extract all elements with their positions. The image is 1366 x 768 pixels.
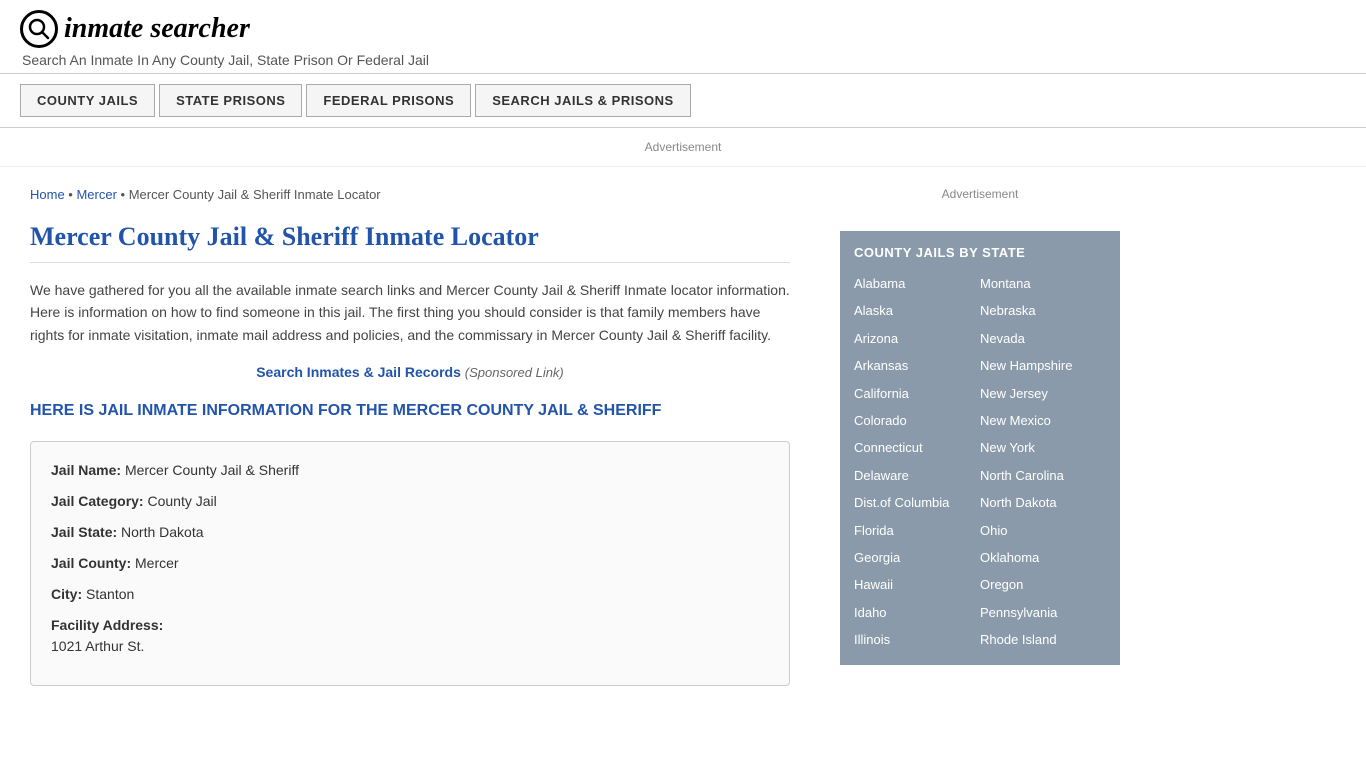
jail-category-label: Jail Category:: [51, 493, 144, 509]
main-layout: Home • Mercer • Mercer County Jail & She…: [0, 167, 1366, 706]
county-jails-by-state-box: COUNTY JAILS BY STATE Alabama Alaska Arizo…: [840, 231, 1120, 665]
jail-category-row: Jail Category: County Jail: [51, 491, 769, 512]
jail-name-label: Jail Name:: [51, 462, 121, 478]
state-box-title: COUNTY JAILS BY STATE: [854, 245, 1106, 260]
state-link-ohio[interactable]: Ohio: [980, 519, 1106, 542]
state-link-florida[interactable]: Florida: [854, 519, 980, 542]
federal-prisons-nav[interactable]: FEDERAL PRISONS: [306, 84, 471, 117]
state-link-new-york[interactable]: New York: [980, 436, 1106, 459]
sponsored-label: (Sponsored Link): [465, 365, 564, 380]
jail-county-value: Mercer: [135, 555, 179, 571]
search-link-area: Search Inmates & Jail Records (Sponsored…: [30, 364, 790, 380]
state-link-california[interactable]: California: [854, 382, 980, 405]
sidebar: Advertisement COUNTY JAILS BY STATE Alab…: [820, 167, 1140, 706]
state-link-north-carolina[interactable]: North Carolina: [980, 464, 1106, 487]
state-link-rhode-island[interactable]: Rhode Island: [980, 628, 1106, 651]
state-link-illinois[interactable]: Illinois: [854, 628, 980, 651]
logo-icon: [20, 10, 58, 48]
state-link-dist.of-columbia[interactable]: Dist.of Columbia: [854, 491, 980, 514]
state-link-hawaii[interactable]: Hawaii: [854, 573, 980, 596]
state-link-alabama[interactable]: Alabama: [854, 272, 980, 295]
breadcrumb-sep2: •: [117, 187, 129, 202]
county-jails-nav[interactable]: COUNTY JAILS: [20, 84, 155, 117]
city-row: City: Stanton: [51, 584, 769, 605]
jail-county-row: Jail County: Mercer: [51, 553, 769, 574]
state-link-new-hampshire[interactable]: New Hampshire: [980, 354, 1106, 377]
breadcrumb-sep1: •: [65, 187, 77, 202]
header: inmate searcher Search An Inmate In Any …: [0, 0, 1366, 74]
state-link-new-mexico[interactable]: New Mexico: [980, 409, 1106, 432]
state-prisons-nav[interactable]: STATE PRISONS: [159, 84, 302, 117]
breadcrumb-home[interactable]: Home: [30, 187, 65, 202]
state-link-oklahoma[interactable]: Oklahoma: [980, 546, 1106, 569]
search-jails-nav[interactable]: SEARCH JAILS & PRISONS: [475, 84, 690, 117]
city-value: Stanton: [86, 586, 134, 602]
ad-banner: Advertisement: [0, 128, 1366, 167]
jail-state-row: Jail State: North Dakota: [51, 522, 769, 543]
jail-name-value: Mercer County Jail & Sheriff: [125, 462, 299, 478]
logo-text: inmate searcher: [64, 13, 250, 45]
state-link-delaware[interactable]: Delaware: [854, 464, 980, 487]
content-area: Home • Mercer • Mercer County Jail & She…: [0, 167, 820, 706]
page-title: Mercer County Jail & Sheriff Inmate Loca…: [30, 222, 790, 263]
sidebar-ad: Advertisement: [840, 177, 1120, 211]
state-link-alaska[interactable]: Alaska: [854, 299, 980, 322]
jail-county-label: Jail County:: [51, 555, 131, 571]
state-left-col: Alabama Alaska Arizona Arkansas California Co…: [854, 272, 980, 651]
nav-bar: COUNTY JAILS STATE PRISONS FEDERAL PRISO…: [0, 74, 1366, 128]
state-link-oregon[interactable]: Oregon: [980, 573, 1106, 596]
state-link-nevada[interactable]: Nevada: [980, 327, 1106, 350]
state-link-montana[interactable]: Montana: [980, 272, 1106, 295]
state-right-col: Montana Nebraska Nevada New Hampshire New Je…: [980, 272, 1106, 651]
info-box: Jail Name: Mercer County Jail & Sheriff …: [30, 441, 790, 686]
tagline: Search An Inmate In Any County Jail, Sta…: [22, 52, 1346, 68]
state-link-georgia[interactable]: Georgia: [854, 546, 980, 569]
facility-address-label: Facility Address:: [51, 615, 769, 636]
jail-name-row: Jail Name: Mercer County Jail & Sheriff: [51, 460, 769, 481]
facility-address-value: 1021 Arthur St.: [51, 636, 769, 657]
state-link-nebraska[interactable]: Nebraska: [980, 299, 1106, 322]
search-inmates-link[interactable]: Search Inmates & Jail Records: [256, 364, 461, 380]
facility-address-row: Facility Address: 1021 Arthur St.: [51, 615, 769, 657]
state-link-arkansas[interactable]: Arkansas: [854, 354, 980, 377]
jail-state-value: North Dakota: [121, 524, 203, 540]
logo-area: inmate searcher: [20, 10, 1346, 48]
state-link-pennsylvania[interactable]: Pennsylvania: [980, 601, 1106, 624]
state-link-north-dakota[interactable]: North Dakota: [980, 491, 1106, 514]
state-link-new-jersey[interactable]: New Jersey: [980, 382, 1106, 405]
jail-category-value: County Jail: [147, 493, 216, 509]
state-link-idaho[interactable]: Idaho: [854, 601, 980, 624]
description-text: We have gathered for you all the availab…: [30, 279, 790, 346]
section-heading: HERE IS JAIL INMATE INFORMATION FOR THE …: [30, 400, 790, 422]
state-link-connecticut[interactable]: Connecticut: [854, 436, 980, 459]
state-link-arizona[interactable]: Arizona: [854, 327, 980, 350]
breadcrumb-current: Mercer County Jail & Sheriff Inmate Loca…: [129, 187, 381, 202]
city-label: City:: [51, 586, 82, 602]
state-link-colorado[interactable]: Colorado: [854, 409, 980, 432]
breadcrumb: Home • Mercer • Mercer County Jail & She…: [30, 187, 790, 202]
breadcrumb-mercer[interactable]: Mercer: [76, 187, 116, 202]
jail-state-label: Jail State:: [51, 524, 117, 540]
state-columns: Alabama Alaska Arizona Arkansas California Co…: [854, 272, 1106, 651]
